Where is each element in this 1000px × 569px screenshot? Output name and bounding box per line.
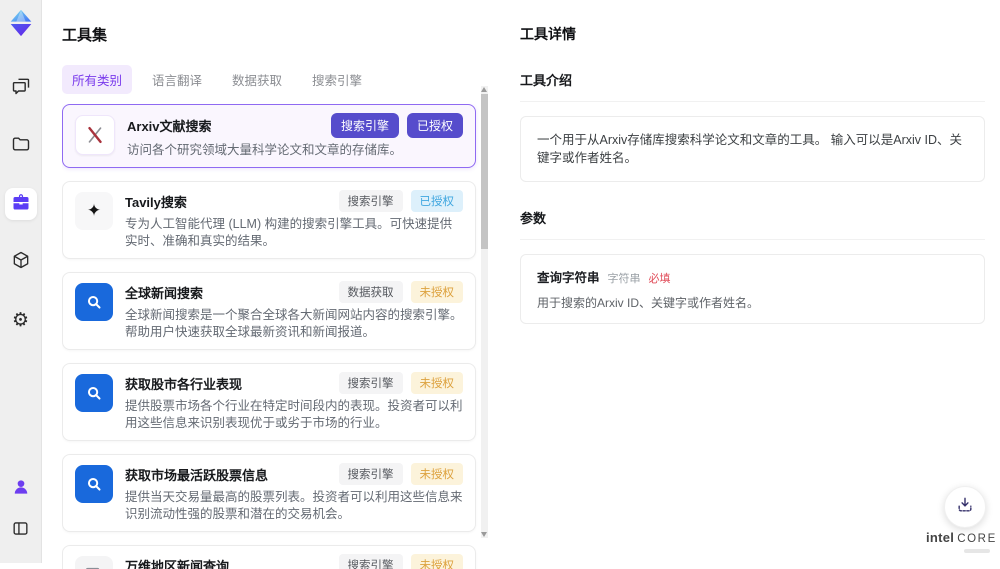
user-avatar-icon <box>11 477 31 502</box>
tool-status-badge: 已授权 <box>407 113 463 138</box>
tool-category-tag: 数据获取 <box>339 281 403 303</box>
parameter-required-label: 必填 <box>649 270 671 286</box>
tool-description: 访问各个研究领域大量科学论文和文章的存储库。 <box>127 142 463 159</box>
brand-core-text: CORE <box>957 533 997 545</box>
tool-card-arxiv[interactable]: Arxiv文献搜索 搜索引擎 已授权 访问各个研究领域大量科学论文和文章的存储库… <box>62 104 476 168</box>
tool-card-regional-news[interactable]: 万维地区新闻查询 搜索引擎 未授权 查询具体行政区划内的新闻，快速了解各地新闻动 <box>62 545 476 569</box>
parameter-description: 用于搜索的Arxiv ID、关键字或作者姓名。 <box>537 294 968 311</box>
layout-panel-icon <box>11 519 30 543</box>
tool-detail-panel: 工具详情 工具介绍 一个用于从Arxiv存储库搜索科学论文和文章的工具。 输入可… <box>520 0 985 563</box>
search-blue-icon <box>75 465 113 503</box>
sparkle-glyph: ✦ <box>87 201 101 221</box>
cube-icon <box>11 250 31 275</box>
sidebar-item-models[interactable] <box>5 246 37 278</box>
tool-status-badge: 未授权 <box>411 372 464 394</box>
tool-category-tag: 搜索引擎 <box>331 113 399 138</box>
page-title: 工具集 <box>62 24 488 45</box>
tab-all-categories[interactable]: 所有类别 <box>62 65 132 94</box>
tool-category-tag: 搜索引擎 <box>339 554 403 569</box>
tool-category-tag: 搜索引擎 <box>339 372 403 394</box>
parameter-type: 字符串 <box>608 270 641 286</box>
tool-category-tag: 搜索引擎 <box>339 190 403 212</box>
tab-language-translation[interactable]: 语言翻译 <box>142 65 212 94</box>
download-button[interactable] <box>944 486 986 528</box>
sidebar-item-files[interactable] <box>5 130 37 162</box>
tool-name: 获取股市各行业表现 <box>125 374 242 393</box>
tool-card-sector-performance[interactable]: 获取股市各行业表现 搜索引擎 未授权 提供股票市场各个行业在特定时间段内的表现。… <box>62 363 476 441</box>
intro-section-title: 工具介绍 <box>520 70 985 102</box>
brand-intel-text: intel <box>926 530 954 545</box>
brand-sub-mark <box>964 549 990 553</box>
tool-description: 提供股票市场各个行业在特定时间段内的表现。投资者可以利用这些信息来识别表现优于或… <box>125 398 463 432</box>
scrollbar-thumb[interactable] <box>481 94 488 249</box>
parameter-name: 查询字符串 <box>537 267 600 286</box>
tool-card-tavily[interactable]: ✦ Tavily搜索 搜索引擎 已授权 专为人工智能代理 (LLM) 构建的搜索… <box>62 181 476 259</box>
tool-status-badge: 未授权 <box>411 281 464 303</box>
settings-gear-icon: ⚙ <box>12 311 29 330</box>
detail-panel-title: 工具详情 <box>520 24 985 44</box>
tab-data-fetch[interactable]: 数据获取 <box>222 65 292 94</box>
toolbox-icon <box>11 192 31 217</box>
tool-description: 专为人工智能代理 (LLM) 构建的搜索引擎工具。可快速提供实时、准确和真实的结… <box>125 216 463 250</box>
download-icon <box>955 495 975 520</box>
tool-intro-text: 一个用于从Arxiv存储库搜索科学论文和文章的工具。 输入可以是Arxiv ID… <box>520 116 985 182</box>
tool-name: 万维地区新闻查询 <box>125 556 229 569</box>
scroll-down-arrow-icon[interactable] <box>481 532 487 537</box>
sparkle-icon: ✦ <box>75 192 113 230</box>
parameter-item: 查询字符串 字符串 必填 用于搜索的Arxiv ID、关键字或作者姓名。 <box>520 254 985 324</box>
list-scrollbar[interactable] <box>481 86 488 538</box>
chat-icon <box>11 76 31 101</box>
folder-icon <box>11 134 31 159</box>
tool-name: Arxiv文献搜索 <box>127 116 212 135</box>
sidebar-item-settings[interactable]: ⚙ <box>5 304 37 336</box>
tool-status-badge: 未授权 <box>411 554 464 569</box>
tool-status-badge: 已授权 <box>411 190 464 212</box>
tool-card-most-active-stocks[interactable]: 获取市场最活跃股票信息 搜索引擎 未授权 提供当天交易量最高的股票列表。投资者可… <box>62 454 476 532</box>
sidebar-item-collapse[interactable] <box>5 515 37 547</box>
tool-card-list: Arxiv文献搜索 搜索引擎 已授权 访问各个研究领域大量科学论文和文章的存储库… <box>62 104 488 569</box>
search-blue-icon <box>75 374 113 412</box>
tool-description: 全球新闻搜索是一个聚合全球各大新闻网站内容的搜索引擎。帮助用户快速获取全球最新资… <box>125 307 463 341</box>
tool-name: 全球新闻搜索 <box>125 283 203 302</box>
tool-category-tag: 搜索引擎 <box>339 463 403 485</box>
tool-status-badge: 未授权 <box>411 463 464 485</box>
sidebar-item-tools[interactable] <box>5 188 37 220</box>
tool-name: Tavily搜索 <box>125 192 187 211</box>
sidebar-item-account[interactable] <box>5 473 37 505</box>
tool-list-panel: 工具集 所有类别 语言翻译 数据获取 搜索引擎 Arxiv文献搜索 搜索引擎 已… <box>62 0 488 563</box>
app-logo-gem-icon[interactable] <box>6 8 36 38</box>
tool-card-global-news[interactable]: 全球新闻搜索 数据获取 未授权 全球新闻搜索是一个聚合全球各大新闻网站内容的搜索… <box>62 272 476 350</box>
search-blue-icon <box>75 283 113 321</box>
left-rail: ⚙ <box>0 0 42 563</box>
tool-description: 提供当天交易量最高的股票列表。投资者可以利用这些信息来识别流动性强的股票和潜在的… <box>125 489 463 523</box>
params-section-title: 参数 <box>520 208 985 240</box>
arxiv-x-icon <box>75 115 115 155</box>
scroll-up-arrow-icon[interactable] <box>481 87 487 92</box>
intel-core-logo: intelCORE <box>926 529 990 553</box>
tab-search-engine[interactable]: 搜索引擎 <box>302 65 372 94</box>
category-tabs: 所有类别 语言翻译 数据获取 搜索引擎 <box>62 65 488 94</box>
sidebar-item-chat[interactable] <box>5 72 37 104</box>
tool-name: 获取市场最活跃股票信息 <box>125 465 268 484</box>
